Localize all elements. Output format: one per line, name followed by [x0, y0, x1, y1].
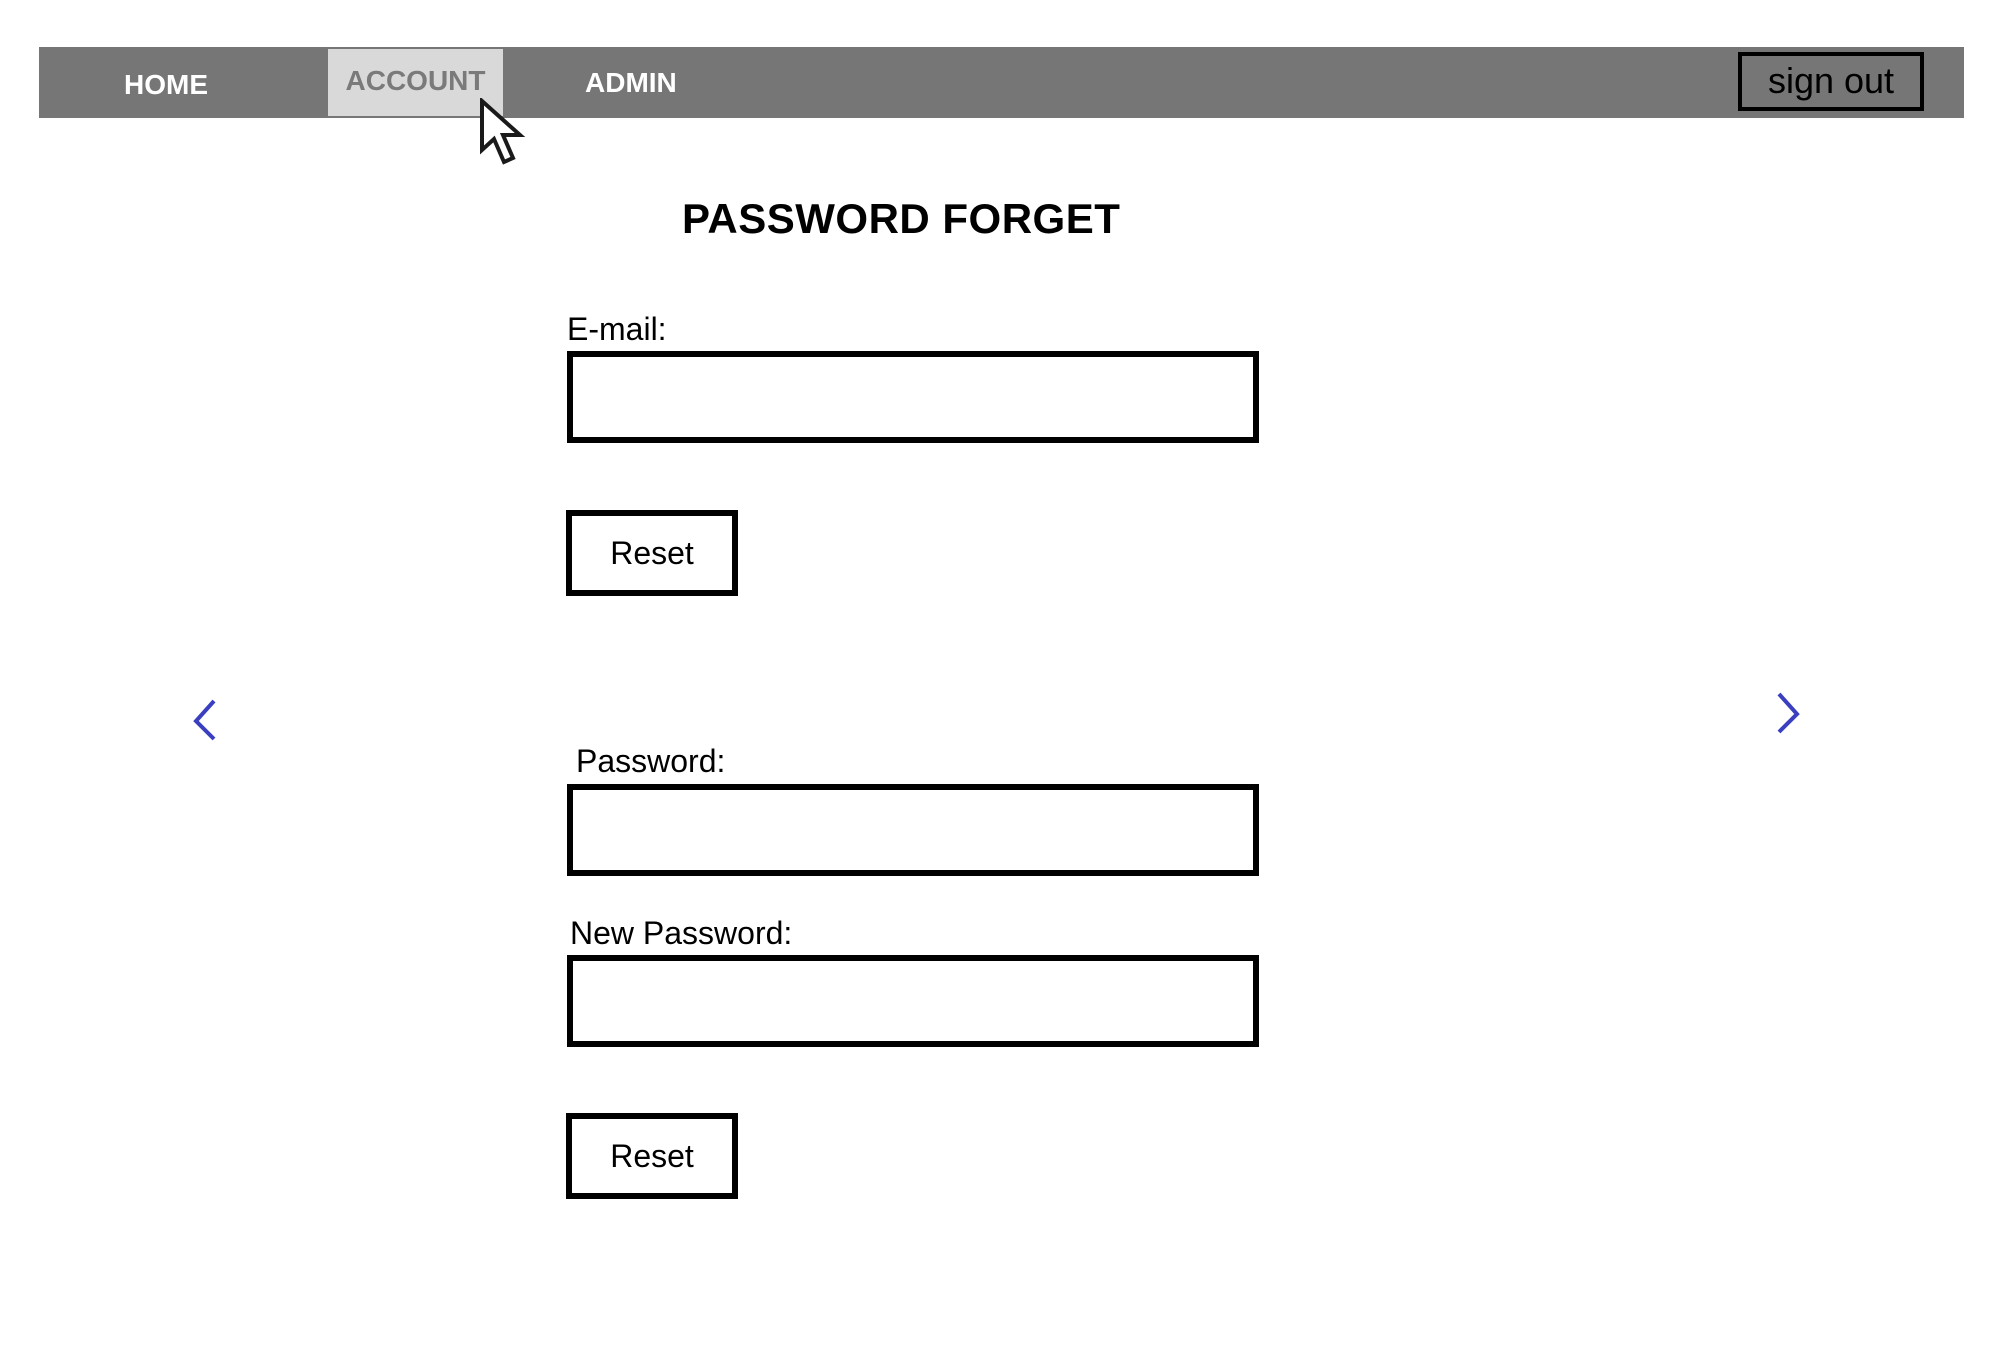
page: HOME ACCOUNT ADMIN sign out PASSWORD FOR… — [0, 0, 1999, 1351]
password-reset-button[interactable]: Reset — [566, 1113, 738, 1199]
chevron-right-icon[interactable] — [1773, 690, 1803, 736]
new-password-field[interactable] — [567, 955, 1259, 1047]
email-reset-button[interactable]: Reset — [566, 510, 738, 596]
password-field[interactable] — [567, 784, 1259, 876]
chevron-left-icon[interactable] — [190, 697, 220, 743]
sign-out-button[interactable]: sign out — [1738, 52, 1924, 111]
mouse-pointer-icon — [480, 98, 526, 165]
page-title: PASSWORD FORGET — [682, 195, 1121, 242]
nav-admin[interactable]: ADMIN — [585, 47, 677, 118]
nav-account[interactable]: ACCOUNT — [328, 49, 503, 116]
top-navbar: HOME ACCOUNT ADMIN sign out — [39, 47, 1964, 118]
email-field[interactable] — [567, 351, 1259, 443]
nav-home[interactable]: HOME — [124, 49, 208, 120]
password-label: Password: — [576, 743, 726, 779]
new-password-label: New Password: — [570, 915, 793, 951]
email-label: E-mail: — [567, 311, 667, 347]
